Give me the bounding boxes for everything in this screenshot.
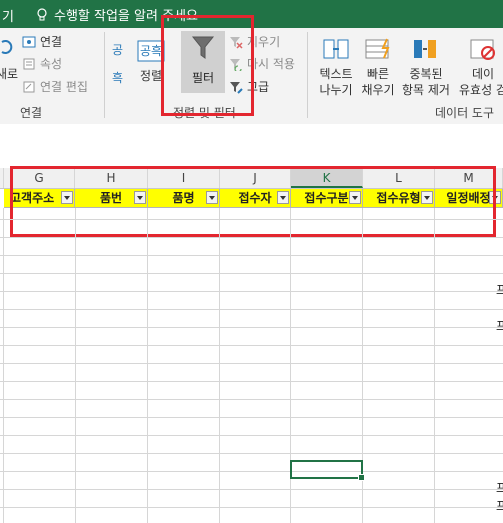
properties-label: 속성 (40, 57, 63, 71)
refresh-label: 새로 (0, 67, 19, 81)
filter-highlight-box (161, 15, 254, 116)
edit-links-icon (23, 81, 35, 92)
connections-button[interactable]: 연결 (22, 33, 62, 50)
grid-line (0, 255, 503, 256)
grid-line (0, 507, 503, 508)
grid-line (0, 417, 503, 418)
clipped-cell-text: 프 (496, 481, 503, 495)
connections-label: 연결 (40, 35, 63, 49)
clipped-cell-text: 프 (496, 319, 503, 333)
text-to-columns-icon (323, 39, 349, 59)
sort-az-icon[interactable]: 공 (112, 40, 130, 60)
grid-line (0, 489, 503, 490)
connections-group-label: 연결 (20, 106, 43, 120)
text-to-columns-line1: 텍스트 (319, 67, 353, 81)
flash-fill-icon (365, 38, 390, 59)
clipped-cell-text: 프 (496, 499, 503, 513)
grid-line (0, 363, 503, 364)
text-to-columns-line2: 나누기 (319, 83, 353, 97)
clipped-cell-text: 프 (496, 283, 503, 297)
grid-line (0, 327, 503, 328)
active-cell-K[interactable] (290, 460, 365, 481)
sort-za-icon[interactable]: 흑 (112, 68, 130, 88)
grid-line (0, 399, 503, 400)
data-validation-line1: 데이 (471, 67, 495, 81)
reapply-label: 다시 적용 (247, 57, 295, 71)
svg-text:공: 공 (112, 43, 123, 57)
ribbon-tab-fragment[interactable]: 기 (2, 6, 14, 25)
sort-label: 정렬 (140, 69, 163, 83)
grid-line (0, 273, 503, 274)
grid-line (0, 345, 503, 346)
text-to-columns-button[interactable]: 텍스트 나누기 (313, 36, 359, 98)
remove-duplicates-line2: 항목 제거 (402, 83, 450, 97)
properties-icon (23, 58, 35, 69)
remove-duplicates-line1: 중복된 (409, 67, 443, 81)
remove-duplicates-button[interactable]: 중복된 항목 제거 (398, 36, 454, 98)
sort-button[interactable]: 정렬 (140, 67, 162, 84)
data-tools-group-label: 데이터 도구 (435, 106, 495, 120)
grid-line (0, 309, 503, 310)
svg-text:흑: 흑 (112, 71, 123, 85)
lightbulb-icon (37, 7, 47, 20)
connections-icon (22, 36, 36, 47)
formula-bar-area (0, 124, 503, 169)
data-validation-line2: 유효성 검 (459, 83, 503, 97)
svg-text:공흑: 공흑 (140, 44, 162, 58)
flash-fill-line2: 채우기 (361, 83, 395, 97)
grid-line (0, 237, 503, 238)
flash-fill-button[interactable]: 빠른 채우기 (356, 36, 400, 98)
grid-line (0, 381, 503, 382)
worksheet-grid[interactable] (0, 208, 503, 523)
properties-button[interactable]: 속성 (22, 55, 62, 72)
edit-links-label: 연결 편집 (40, 80, 88, 94)
data-validation-button[interactable]: 데이 유효성 검 (455, 36, 503, 98)
grid-line (0, 219, 503, 220)
data-validation-icon (470, 39, 495, 60)
flash-fill-line1: 빠른 (366, 67, 390, 81)
grid-line (0, 471, 503, 472)
grid-line (0, 435, 503, 436)
remove-duplicates-icon (414, 40, 436, 58)
grid-line (0, 291, 503, 292)
grid-line (0, 453, 503, 454)
edit-links-button[interactable]: 연결 편집 (22, 78, 88, 95)
group-separator (307, 32, 308, 118)
group-separator (104, 32, 105, 118)
refresh-icon (1, 40, 13, 54)
